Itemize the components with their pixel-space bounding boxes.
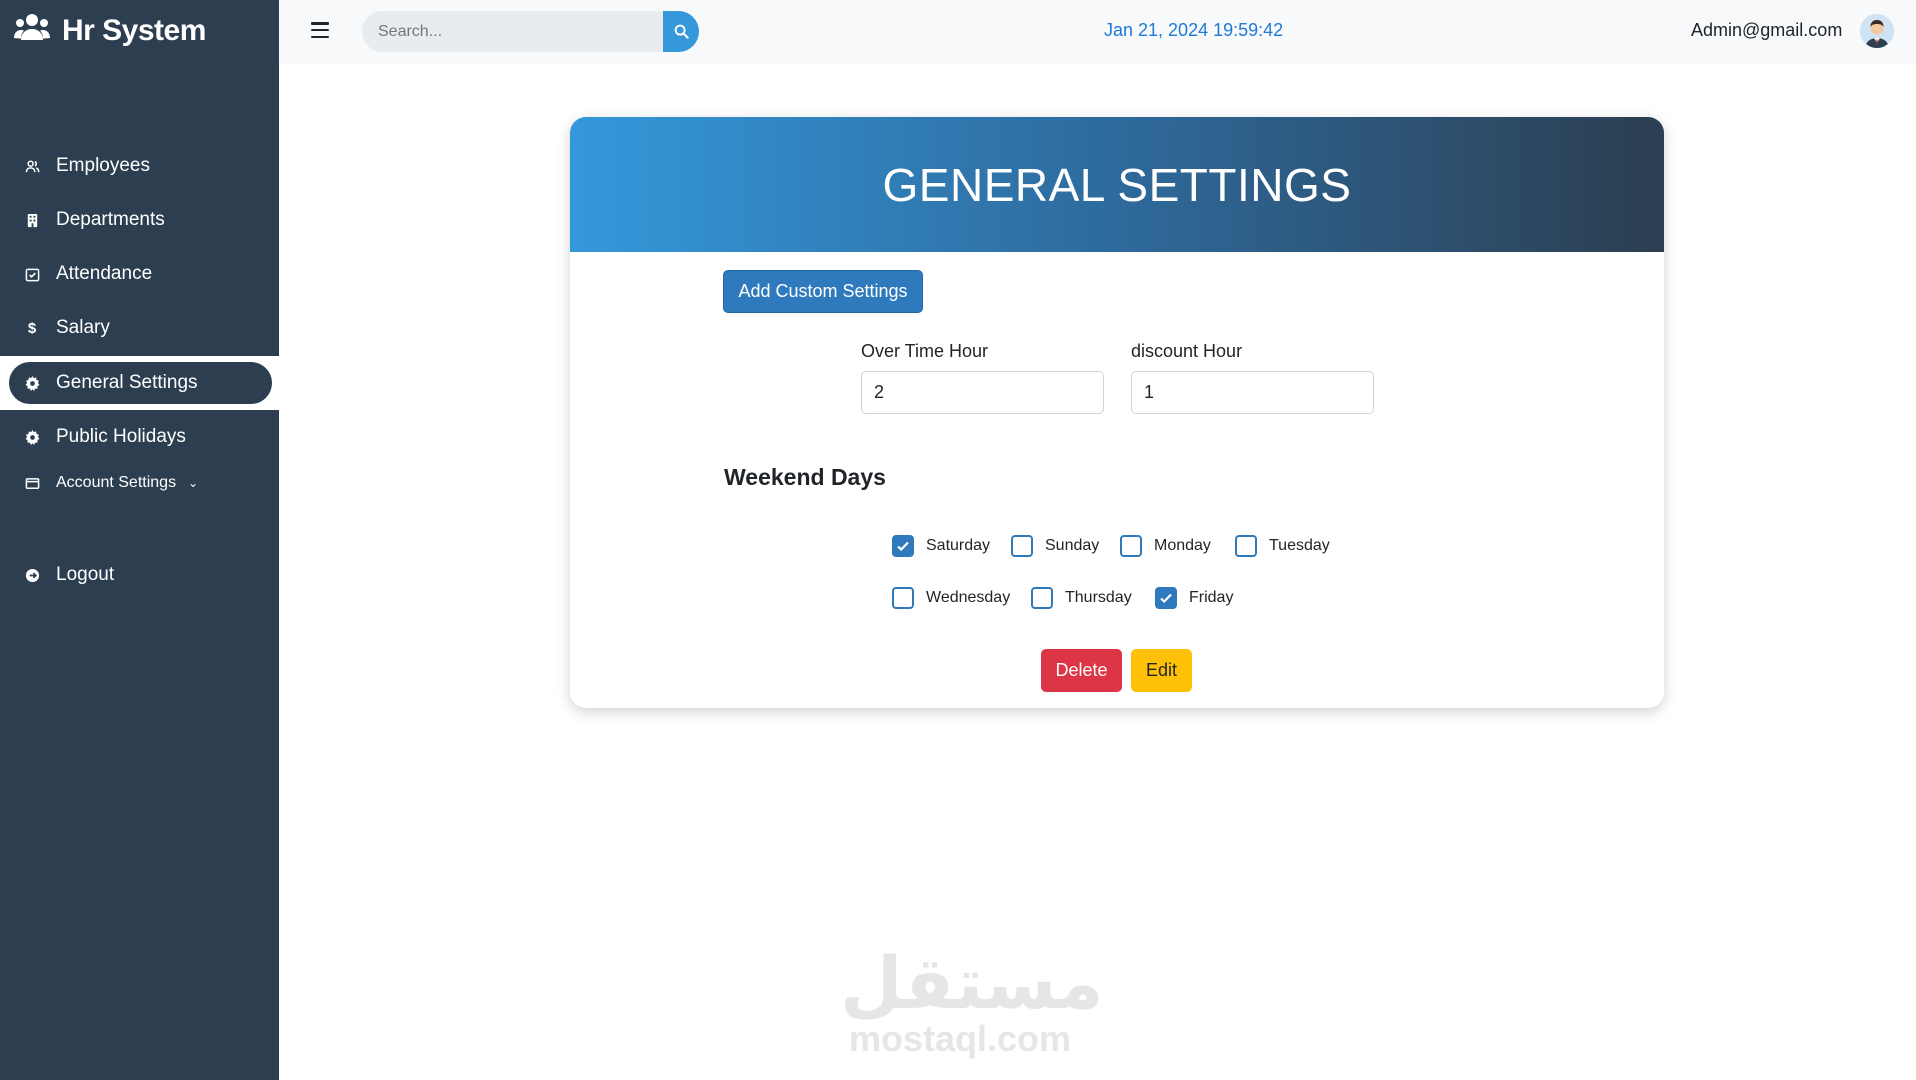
building-icon <box>24 212 40 228</box>
edit-button[interactable]: Edit <box>1131 649 1192 692</box>
checkbox-wednesday[interactable]: Wednesday <box>892 587 1010 609</box>
sidebar-item-label: Logout <box>56 564 115 585</box>
checkbox-unchecked[interactable] <box>1235 535 1257 557</box>
logout-icon <box>24 567 40 583</box>
checkbox-unchecked[interactable] <box>892 587 914 609</box>
watermark-arabic: مستقل <box>840 941 1104 1025</box>
sidebar-item-label: Public Holidays <box>56 426 186 447</box>
general-settings-card: GENERAL SETTINGS Add Custom Settings Ove… <box>570 117 1664 708</box>
checkbox-unchecked[interactable] <box>1031 587 1053 609</box>
search-button[interactable] <box>663 11 699 52</box>
sidebar-item-label: Departments <box>56 209 165 230</box>
sidebar-item-attendance[interactable]: Attendance <box>0 247 279 301</box>
sidebar-item-label: Attendance <box>56 263 153 284</box>
weekend-days-title: Weekend Days <box>724 464 886 490</box>
id-card-icon <box>24 475 40 491</box>
sidebar-item-account-settings[interactable]: Account Settings ⌄ <box>0 456 279 510</box>
users-icon <box>24 158 40 174</box>
checkbox-checked[interactable] <box>1155 587 1177 609</box>
add-custom-settings-button[interactable]: Add Custom Settings <box>723 270 923 313</box>
gear-icon <box>24 375 40 391</box>
brand[interactable]: Hr System <box>14 12 206 50</box>
user-email[interactable]: Admin@gmail.com <box>1691 20 1842 41</box>
checkbox-label: Sunday <box>1045 537 1100 554</box>
checkbox-label: Wednesday <box>926 589 1011 606</box>
delete-button[interactable]: Delete <box>1041 649 1122 692</box>
sidebar-item-label: Salary <box>56 317 110 338</box>
watermark: مستقل mostaql.com <box>840 941 1104 1065</box>
users-group-icon <box>14 12 50 50</box>
discount-hour-label: discount Hour <box>1131 341 1243 361</box>
watermark-latin: mostaql.com <box>848 1018 1072 1059</box>
sidebar-item-employees[interactable]: Employees <box>0 139 279 193</box>
checkbox-thursday[interactable]: Thursday <box>1031 587 1132 609</box>
checkbox-label: Saturday <box>926 537 991 554</box>
overtime-hour-label: Over Time Hour <box>861 341 989 361</box>
sidebar-item-departments[interactable]: Departments <box>0 193 279 247</box>
checkbox-checked[interactable] <box>892 535 914 557</box>
sidebar-item-label: Account Settings <box>56 474 177 491</box>
discount-hour-input[interactable] <box>1131 371 1374 414</box>
calendar-check-icon <box>24 266 40 282</box>
card-header: GENERAL SETTINGS <box>570 117 1664 252</box>
top-bar: Jan 21, 2024 19:59:42 Admin@gmail.com <box>279 0 1916 64</box>
page-title: GENERAL SETTINGS <box>882 158 1352 211</box>
menu-toggle-icon[interactable] <box>311 22 329 38</box>
user-avatar-icon <box>1860 14 1894 48</box>
sidebar-item-label: Employees <box>56 155 150 176</box>
checkbox-sunday[interactable]: Sunday <box>1011 535 1099 557</box>
search-icon <box>674 24 689 39</box>
checkbox-label: Friday <box>1189 589 1234 606</box>
checkbox-label: Tuesday <box>1269 537 1330 554</box>
app-title: Hr System <box>62 14 206 47</box>
checkbox-tuesday[interactable]: Tuesday <box>1235 535 1330 557</box>
sidebar-item-salary[interactable]: $ Salary <box>0 301 279 355</box>
checkbox-unchecked[interactable] <box>1011 535 1033 557</box>
chevron-down-icon: ⌄ <box>188 476 199 490</box>
sidebar-item-label: General Settings <box>56 372 198 393</box>
checkbox-label: Monday <box>1154 537 1211 554</box>
checkbox-monday[interactable]: Monday <box>1120 535 1211 557</box>
checkbox-saturday[interactable]: Saturday <box>892 535 990 557</box>
avatar[interactable] <box>1860 14 1894 48</box>
dollar-icon: $ <box>27 319 37 337</box>
current-datetime: Jan 21, 2024 19:59:42 <box>1104 20 1284 40</box>
gear-icon <box>24 429 40 445</box>
checkbox-friday[interactable]: Friday <box>1155 587 1233 609</box>
overtime-hour-input[interactable] <box>861 371 1104 414</box>
checkbox-label: Thursday <box>1065 589 1132 606</box>
sidebar-item-logout[interactable]: Logout <box>0 548 279 602</box>
checkbox-unchecked[interactable] <box>1120 535 1142 557</box>
search-input[interactable] <box>362 11 663 52</box>
sidebar-item-general-settings[interactable]: General Settings <box>0 356 279 410</box>
sidebar: Hr System Employees Departments Attendan… <box>0 0 279 1080</box>
